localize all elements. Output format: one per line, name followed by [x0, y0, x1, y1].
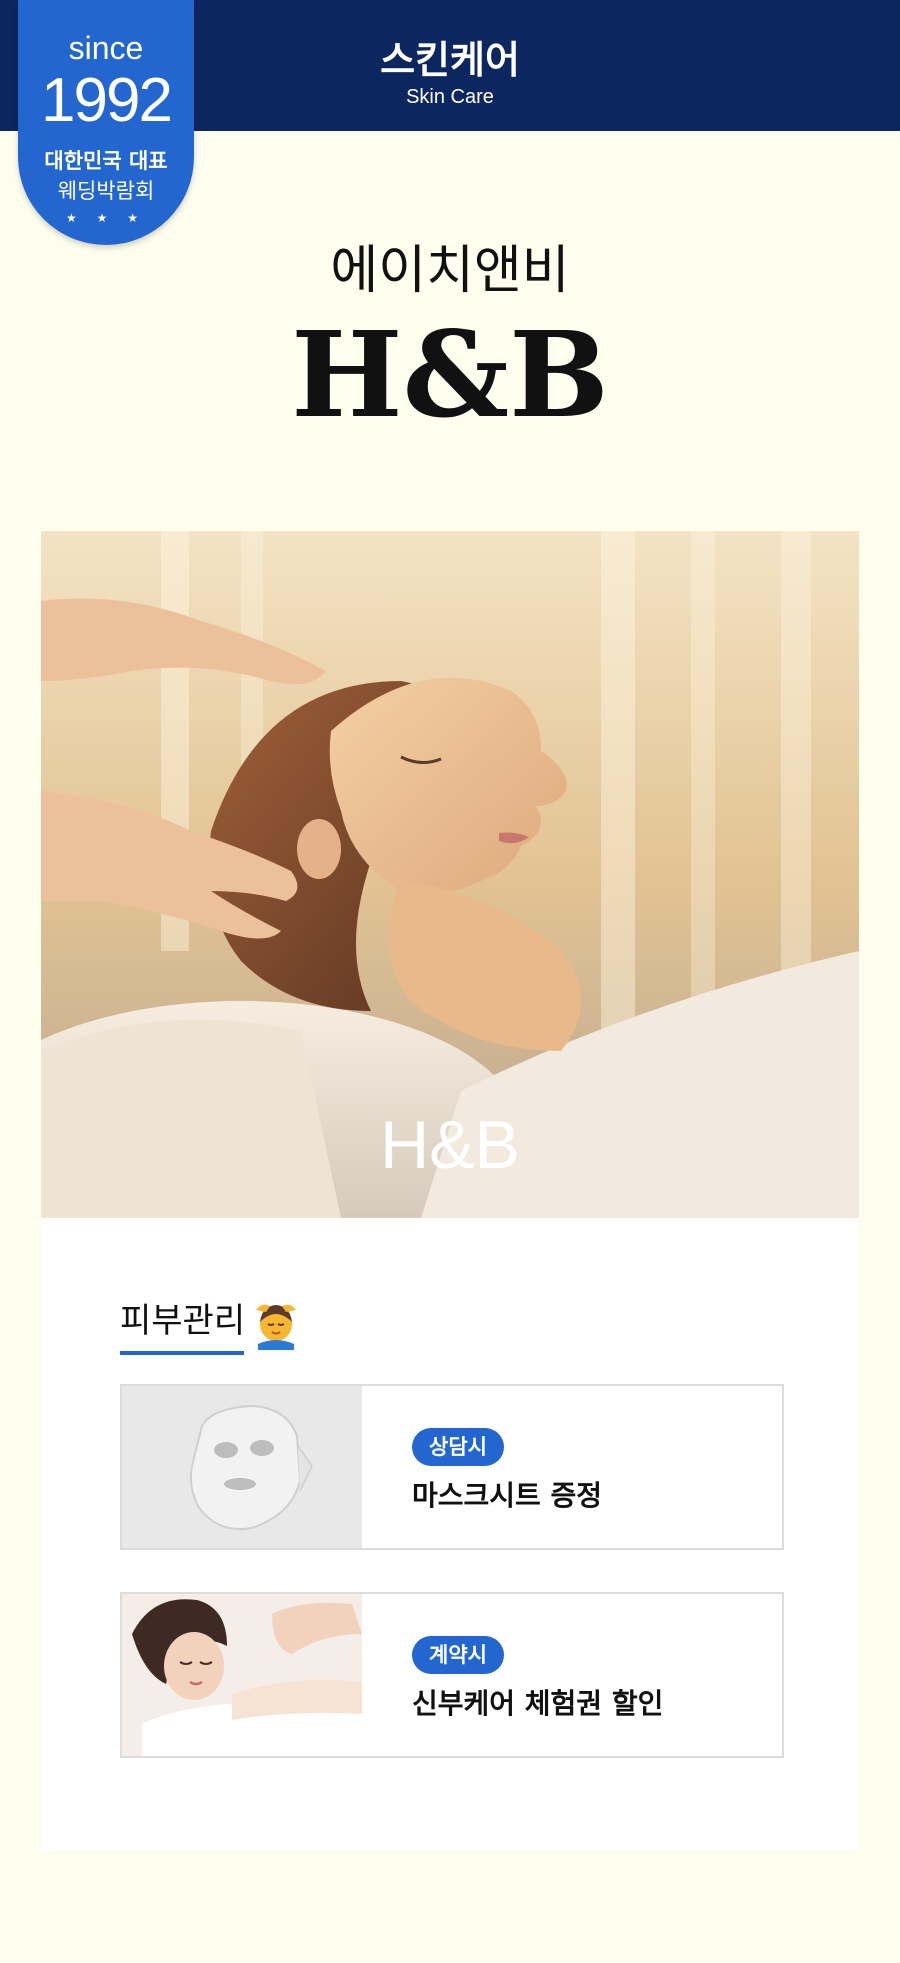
brand-korean-name: 에이치앤비 — [330, 241, 570, 301]
hero-label: H&B — [380, 1107, 520, 1183]
section-title: 피부관리 — [120, 1301, 246, 1341]
benefit-item-contract: 계약시 신부케어 체험권 할인 — [120, 1592, 784, 1758]
badge-line-1: 대한민국 대표 — [44, 149, 168, 173]
badge-since-text: since — [68, 30, 144, 66]
face-mask-sheet-image — [122, 1386, 362, 1548]
since-badge: since 1992 대한민국 대표 웨딩박람회 ★ ★ ★ — [18, 0, 194, 245]
bridal-care-massage-image — [122, 1594, 362, 1756]
benefit-text-mask-sheet: 마스크시트 증정 — [412, 1479, 603, 1512]
badge-line-2: 웨딩박람회 — [57, 179, 155, 203]
tag-contract: 계약시 — [412, 1636, 504, 1674]
person-getting-massage-icon — [256, 1304, 296, 1350]
badge-year: 1992 — [41, 66, 173, 135]
section-title-underline — [120, 1351, 244, 1355]
brand-english-name: H&B — [291, 305, 609, 444]
benefit-item-consultation: 상담시 마스크시트 증정 — [120, 1384, 784, 1550]
badge-stars: ★ ★ ★ — [66, 211, 146, 225]
tag-consultation: 상담시 — [412, 1428, 504, 1466]
benefit-text-bridal-care: 신부케어 체험권 할인 — [412, 1687, 664, 1720]
